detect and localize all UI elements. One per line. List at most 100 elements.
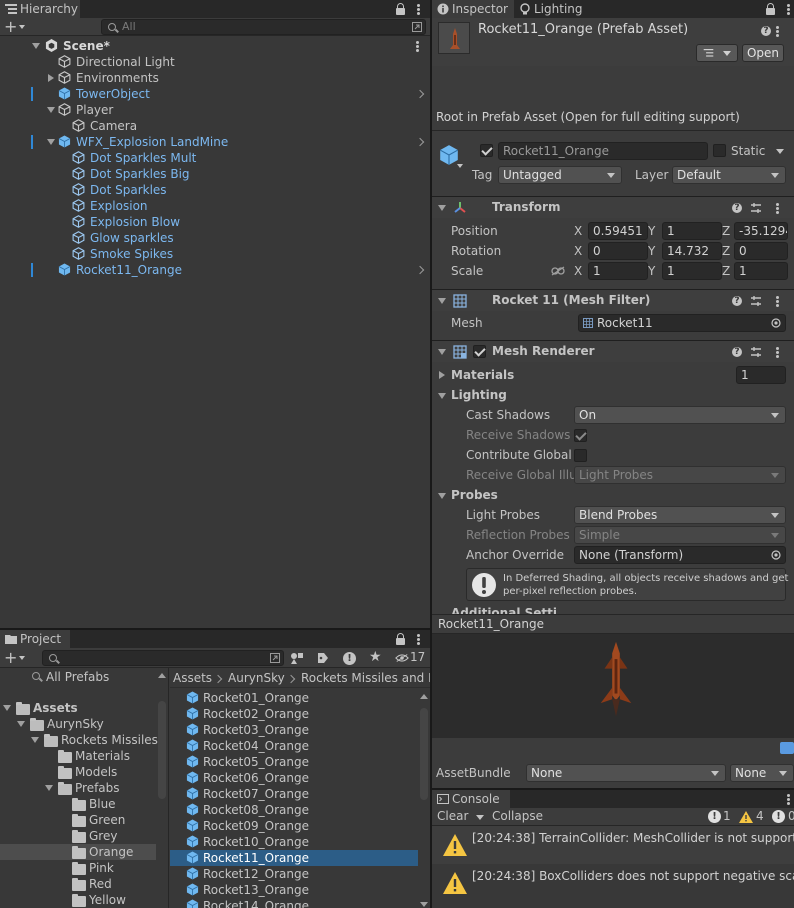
assetbundle-variant-dropdown[interactable]: None	[730, 764, 794, 782]
asset-label-icon[interactable]	[780, 742, 794, 754]
scene-search-icon[interactable]	[412, 22, 422, 32]
folder-tree-item[interactable]: Materials	[0, 748, 156, 764]
hierarchy-item[interactable]: Environments	[0, 70, 430, 86]
collapse-icon[interactable]	[3, 705, 11, 711]
object-picker-icon[interactable]	[771, 318, 781, 328]
hierarchy-item[interactable]: Dot Sparkles Mult	[0, 150, 430, 166]
folder-tree-item[interactable]: Assets	[0, 700, 156, 716]
hierarchy-item[interactable]: WFX_Explosion LandMine	[0, 134, 430, 150]
assetbundle-dropdown[interactable]: None	[526, 764, 726, 782]
scale-z-field[interactable]: 1	[734, 262, 788, 280]
mesh-field[interactable]: Rocket11	[578, 314, 786, 332]
file-item[interactable]: Rocket08_Orange	[170, 802, 418, 818]
hierarchy-item[interactable]: Player	[0, 102, 430, 118]
folder-tree-item[interactable]: Orange	[0, 844, 156, 860]
log-filter-icon[interactable]: !	[343, 652, 356, 665]
asset-menu-icon[interactable]	[776, 30, 779, 33]
hierarchy-item[interactable]: TowerObject	[0, 86, 430, 102]
lighting-section-label[interactable]: Lighting	[451, 386, 507, 404]
project-more-icon[interactable]	[417, 638, 420, 641]
file-item[interactable]: Rocket11_Orange	[170, 850, 418, 866]
cast-shadows-dropdown[interactable]: On	[574, 406, 786, 424]
add-icon[interactable]: +	[4, 19, 17, 35]
hierarchy-search-input[interactable]: All	[101, 19, 426, 35]
folder-tree-item[interactable]: Pink	[0, 860, 156, 876]
chevron-right-icon[interactable]	[415, 265, 425, 275]
folder-tree-item[interactable]: Green	[0, 812, 156, 828]
folder-tree-item[interactable]: Models	[0, 764, 156, 780]
materials-label[interactable]: Materials	[451, 366, 514, 384]
position-z-field[interactable]: -35.1294	[734, 222, 788, 240]
active-checkbox[interactable]	[480, 144, 493, 157]
scale-axis-z-label[interactable]: Z	[722, 262, 730, 280]
rotation-z-field[interactable]: 0	[734, 242, 788, 260]
chevron-right-icon[interactable]	[415, 137, 425, 147]
panel-divider[interactable]	[168, 668, 169, 908]
transform-header[interactable]: Transform ?	[432, 196, 794, 218]
search-options-icon[interactable]	[270, 653, 280, 663]
scale-axis-y-label[interactable]: Y	[648, 262, 655, 280]
preset-icon[interactable]	[750, 295, 762, 307]
rocket-preview-image[interactable]	[586, 640, 646, 726]
hierarchy-item[interactable]: Rocket11_Orange	[0, 262, 430, 278]
tab-console[interactable]: Console	[432, 790, 510, 808]
console-more-icon[interactable]	[787, 798, 790, 801]
file-item[interactable]: Rocket14_Orange	[170, 898, 418, 908]
position-axis-z-label[interactable]: Z	[722, 222, 730, 240]
hierarchy-item[interactable]: Explosion	[0, 198, 430, 214]
light-probes-dropdown[interactable]: Blend Probes	[574, 506, 786, 524]
filter-by-label-icon[interactable]	[317, 652, 329, 664]
info-count-icon[interactable]: !	[708, 810, 721, 823]
rotation-axis-y-label[interactable]: Y	[648, 242, 655, 260]
filter-by-type-icon[interactable]	[290, 652, 304, 664]
help-icon[interactable]: ?	[732, 203, 742, 213]
tab-inspector[interactable]: Inspector	[432, 0, 514, 18]
folder-tree-item[interactable]: Rockets Missiles	[0, 732, 158, 748]
file-item[interactable]: Rocket03_Orange	[170, 722, 418, 738]
layer-dropdown[interactable]: Default	[672, 166, 786, 184]
tab-hierarchy[interactable]: Hierarchy	[0, 0, 80, 18]
help-icon[interactable]: ?	[732, 296, 742, 306]
scroll-down-icon[interactable]	[420, 902, 428, 907]
scale-x-field[interactable]: 1	[588, 262, 648, 280]
mesh-filter-header[interactable]: Rocket 11 (Mesh Filter) ?	[432, 289, 794, 311]
collapse-icon[interactable]	[438, 493, 446, 499]
collapse-icon[interactable]	[17, 721, 25, 727]
error-count-icon[interactable]: !	[772, 810, 785, 823]
preset-icon[interactable]	[750, 202, 762, 214]
mesh-renderer-menu-icon[interactable]	[776, 351, 779, 354]
file-item[interactable]: Rocket06_Orange	[170, 770, 418, 786]
position-y-field[interactable]: 1	[662, 222, 722, 240]
breadcrumb-assets[interactable]: Assets	[173, 671, 212, 685]
position-axis-x-label[interactable]: X	[574, 222, 582, 240]
position-axis-y-label[interactable]: Y	[648, 222, 655, 240]
contribute-gi-checkbox[interactable]	[574, 449, 587, 462]
folder-tree-item[interactable]: Red	[0, 876, 156, 892]
hierarchy-item[interactable]: Camera	[0, 118, 430, 134]
collapse-icon[interactable]	[47, 139, 55, 145]
additional-settings-label[interactable]: Additional Setti	[451, 606, 557, 614]
chevron-down-icon[interactable]	[457, 164, 463, 168]
transform-menu-icon[interactable]	[776, 207, 779, 210]
file-item[interactable]: Rocket02_Orange	[170, 706, 418, 722]
file-item[interactable]: Rocket04_Orange	[170, 738, 418, 754]
open-prefab-button[interactable]: Open	[742, 44, 784, 62]
collapse-icon[interactable]	[438, 393, 446, 399]
hierarchy-item[interactable]: Dot Sparkles	[0, 182, 430, 198]
inspector-more-icon[interactable]	[787, 8, 790, 11]
mesh-renderer-enabled-checkbox[interactable]	[473, 345, 486, 358]
scene-row[interactable]: Scene*	[0, 38, 430, 54]
collapse-icon[interactable]	[47, 107, 55, 113]
object-picker-icon[interactable]	[771, 550, 781, 560]
file-item[interactable]: Rocket05_Orange	[170, 754, 418, 770]
file-item[interactable]: Rocket01_Orange	[170, 690, 418, 706]
static-dropdown-icon[interactable]	[776, 149, 784, 154]
hierarchy-item[interactable]: Glow sparkles	[0, 230, 430, 246]
rotation-axis-x-label[interactable]: X	[574, 242, 582, 260]
scale-y-field[interactable]: 1	[662, 262, 722, 280]
hidden-packages-icon[interactable]	[395, 653, 409, 663]
add-icon[interactable]: +	[4, 650, 17, 666]
folder-tree-item[interactable]: Blue	[0, 796, 156, 812]
favorite-star-icon[interactable]: ★	[369, 649, 382, 665]
console-message-row[interactable]: [20:24:38] BoxColliders does not support…	[432, 864, 794, 908]
